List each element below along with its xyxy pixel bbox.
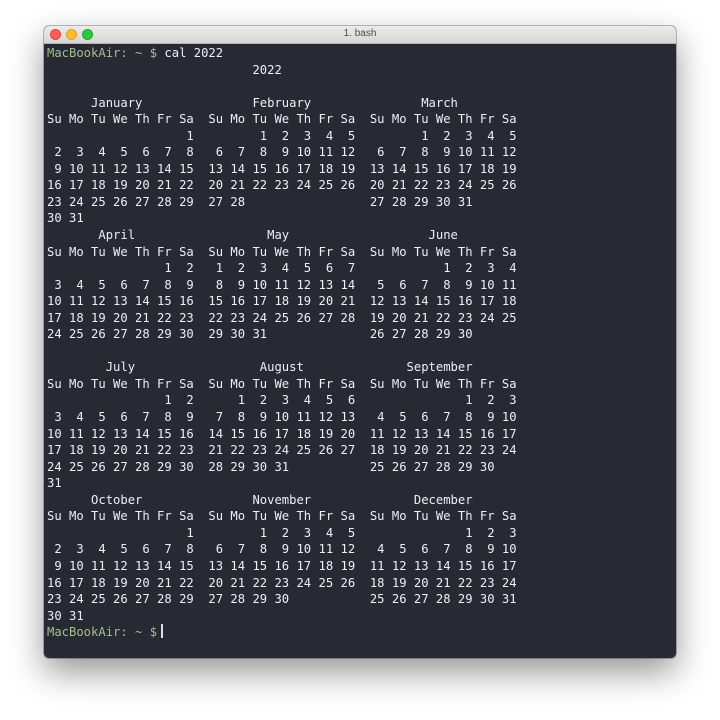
output-line: Su Mo Tu We Th Fr Sa Su Mo Tu We Th Fr S…: [47, 244, 517, 259]
calendar-output: 2022 January February March Su Mo Tu We T…: [47, 62, 673, 625]
command-line: MacBookAir: ~ $ cal 2022: [47, 45, 673, 62]
output-line: 9 10 11 12 13 14 15 13 14 15 16 17 18 19…: [47, 161, 517, 176]
output-line: 3 4 5 6 7 8 9 7 8 9 10 11 12 13 4 5 6 7 …: [47, 410, 517, 425]
output-line: July August September: [47, 360, 473, 375]
output-line: 2022: [47, 62, 282, 77]
window-title: 1. bash: [343, 28, 377, 39]
output-line: 24 25 26 27 28 29 30 28 29 30 31 25 26 2…: [47, 459, 495, 474]
output-line: 17 18 19 20 21 22 23 22 23 24 25 26 27 2…: [47, 310, 517, 325]
output-line: 23 24 25 26 27 28 29 27 28 29 30 25 26 2…: [47, 592, 517, 607]
output-line: 17 18 19 20 21 22 23 21 22 23 24 25 26 2…: [47, 443, 517, 458]
output-line: 1 1 2 3 4 5 1 2 3: [47, 525, 517, 540]
command-text: cal 2022: [157, 46, 224, 60]
output-line: Su Mo Tu We Th Fr Sa Su Mo Tu We Th Fr S…: [47, 509, 517, 524]
output-line: 2 3 4 5 6 7 8 6 7 8 9 10 11 12 6 7 8 9 1…: [47, 145, 517, 160]
output-line: 31: [47, 476, 62, 491]
current-input-line[interactable]: MacBookAir: ~ $: [47, 624, 673, 641]
output-line: October November December: [47, 492, 473, 507]
output-line: Su Mo Tu We Th Fr Sa Su Mo Tu We Th Fr S…: [47, 376, 517, 391]
terminal-window: 1. bash MacBookAir: ~ $ cal 2022 2022 Ja…: [44, 26, 676, 658]
output-line: 30 31: [47, 211, 84, 226]
output-line: 1 2 1 2 3 4 5 6 7 1 2 3 4: [47, 261, 517, 276]
output-line: 1 1 2 3 4 5 1 2 3 4 5: [47, 128, 517, 143]
output-line: 1 2 1 2 3 4 5 6 1 2 3: [47, 393, 517, 408]
output-line: 10 11 12 13 14 15 16 15 16 17 18 19 20 2…: [47, 294, 517, 309]
shell-prompt: MacBookAir: ~ $: [47, 46, 158, 60]
terminal-output[interactable]: MacBookAir: ~ $ cal 2022 2022 January Fe…: [47, 45, 673, 653]
shell-prompt-current: MacBookAir: ~ $: [47, 625, 158, 640]
output-line: 9 10 11 12 13 14 15 13 14 15 16 17 18 19…: [47, 558, 517, 573]
output-line: January February March: [47, 95, 458, 110]
title-bar[interactable]: 1. bash: [44, 26, 676, 44]
output-line: 16 17 18 19 20 21 22 20 21 22 23 24 25 2…: [47, 575, 517, 590]
output-line: 3 4 5 6 7 8 9 8 9 10 11 12 13 14 5 6 7 8…: [47, 277, 517, 292]
text-cursor: [161, 624, 163, 639]
output-line: 24 25 26 27 28 29 30 29 30 31 26 27 28 2…: [47, 327, 473, 342]
output-line: 23 24 25 26 27 28 29 27 28 27 28 29 30 3…: [47, 194, 473, 209]
output-line: 2 3 4 5 6 7 8 6 7 8 9 10 11 12 4 5 6 7 8…: [47, 542, 517, 557]
output-line: April May June: [47, 228, 458, 243]
output-line: 30 31: [47, 608, 84, 623]
output-line: 10 11 12 13 14 15 16 14 15 16 17 18 19 2…: [47, 426, 517, 441]
output-line: 16 17 18 19 20 21 22 20 21 22 23 24 25 2…: [47, 178, 517, 193]
output-line: Su Mo Tu We Th Fr Sa Su Mo Tu We Th Fr S…: [47, 112, 517, 127]
